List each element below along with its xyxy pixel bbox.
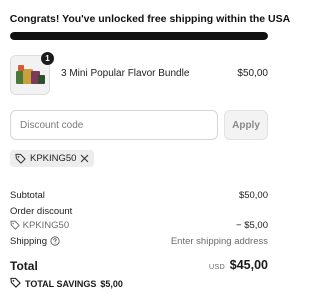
tag-icon (10, 277, 21, 290)
total-savings-label: TOTAL SAVINGS (25, 278, 97, 289)
total-label: Total (10, 259, 38, 273)
product-price: $50,00 (237, 68, 268, 79)
total-currency: USD (208, 262, 225, 271)
discount-code-input[interactable] (10, 110, 218, 140)
subtotal-value: $50,00 (238, 190, 268, 201)
applied-discount-code: KPKING50 (30, 153, 77, 164)
total-savings-amount: $5,00 (100, 278, 123, 289)
applied-discount-chip: KPKING50 (10, 150, 95, 167)
shipping-progress-bar (10, 32, 268, 40)
shipping-row: Shipping Enter shipping address (10, 236, 268, 247)
apply-discount-button[interactable]: Apply (224, 110, 268, 140)
subtotal-row: Subtotal $50,00 (10, 190, 268, 201)
shipping-value: Enter shipping address (170, 236, 268, 247)
remove-discount-button[interactable] (80, 154, 89, 163)
subtotal-label: Subtotal (10, 190, 45, 201)
product-name: 3 Mini Popular Flavor Bundle (61, 68, 190, 79)
order-discount-code-row: KPKING50 − $5,00 (10, 220, 268, 231)
close-icon (81, 154, 89, 163)
total-amount: $45,00 (229, 258, 268, 272)
total-amount-group: USD $45,00 (209, 258, 268, 272)
order-discount-row: Order discount (10, 206, 268, 217)
total-savings: TOTAL SAVINGS $5,00 (10, 277, 123, 290)
free-shipping-banner: Congrats! You've unlocked free shipping … (9, 13, 291, 25)
tag-icon (15, 153, 26, 164)
quantity-badge: 1 (41, 52, 54, 65)
tag-icon (10, 220, 20, 230)
cart-line-item: 1 3 Mini Popular Flavor Bundle $50,00 (10, 52, 268, 95)
question-circle-icon[interactable] (50, 236, 60, 246)
order-discount-label: Order discount (10, 206, 73, 217)
order-discount-code: KPKING50 (22, 220, 70, 231)
shipping-progress-fill (10, 32, 268, 40)
shipping-label: Shipping (10, 236, 47, 247)
order-discount-value: − $5,00 (236, 220, 268, 231)
